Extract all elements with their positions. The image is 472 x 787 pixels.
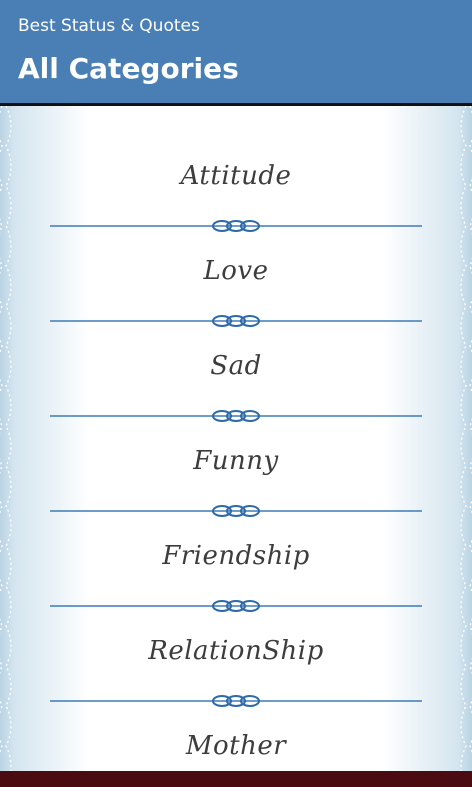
category-label: Love [203,256,269,286]
category-label: Funny [193,446,279,476]
app-header: Best Status & Quotes All Categories [0,0,472,106]
category-item-friendship[interactable]: Friendship [0,486,472,612]
category-item-love[interactable]: Love [0,201,472,327]
app-name: Best Status & Quotes [18,16,200,36]
category-label: Attitude [180,161,292,191]
category-item-sad[interactable]: Sad [0,296,472,422]
category-list-panel[interactable]: Attitude Love Sad Funny Friendship Relat… [0,106,472,771]
page-title: All Categories [18,52,239,85]
category-item-mother[interactable]: Mother [0,676,472,771]
category-label: Sad [210,351,262,381]
category-list: Attitude Love Sad Funny Friendship Relat… [0,106,472,771]
category-item-attitude[interactable]: Attitude [0,106,472,232]
category-item-relationship[interactable]: RelationShip [0,581,472,707]
category-label: Friendship [162,541,310,571]
category-label: Mother [185,731,287,761]
bottom-bar [0,771,472,787]
category-item-funny[interactable]: Funny [0,391,472,517]
category-label: RelationShip [148,636,324,666]
